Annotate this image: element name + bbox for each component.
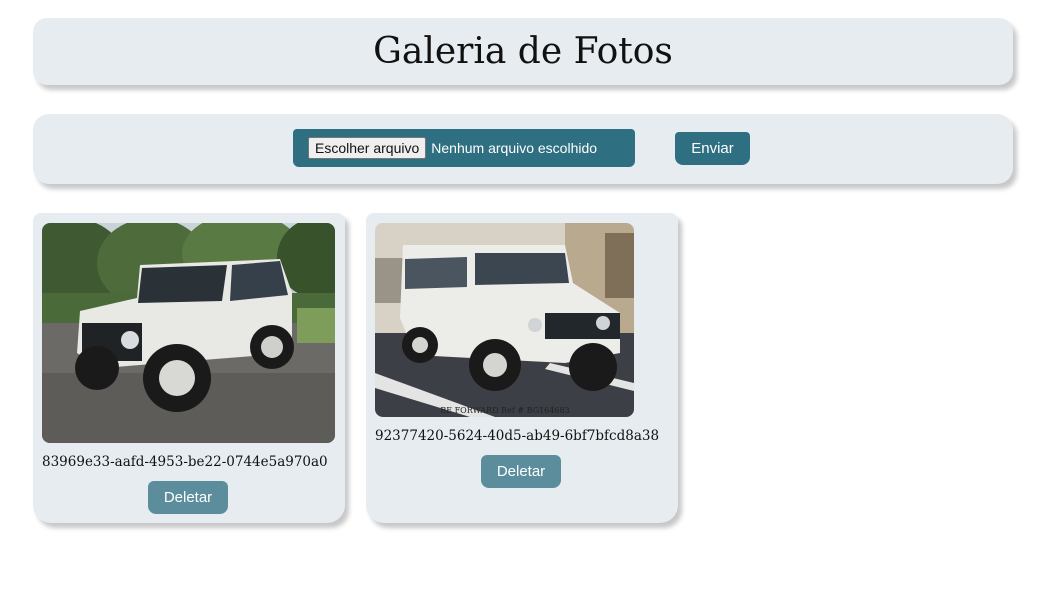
photo-filename: 92377420-5624-40d5-ab49-6bf7bfcd8a38 <box>375 428 660 444</box>
choose-file-button[interactable]: Escolher arquivo <box>308 137 427 159</box>
photo-watermark: BE FORWARD Ref # BG164683 <box>440 406 569 415</box>
upload-form: Escolher arquivo Nenhum arquivo escolhid… <box>33 114 1013 184</box>
delete-button[interactable]: Deletar <box>481 455 561 488</box>
delete-button[interactable]: Deletar <box>148 481 228 514</box>
submit-button[interactable]: Enviar <box>675 132 750 165</box>
page-title: Galeria de Fotos <box>373 31 673 72</box>
photo-thumbnail: BE FORWARD Ref # BG164683 <box>375 223 634 417</box>
page-header: Galeria de Fotos <box>33 18 1013 85</box>
photo-thumbnail <box>42 223 335 443</box>
file-input[interactable]: Escolher arquivo Nenhum arquivo escolhid… <box>293 129 635 167</box>
photo-card: 83969e33-aafd-4953-be22-0744e5a970a0 Del… <box>33 213 345 523</box>
file-status-text: Nenhum arquivo escolhido <box>431 140 598 156</box>
photo-filename: 83969e33-aafd-4953-be22-0744e5a970a0 <box>42 454 328 470</box>
photo-card: BE FORWARD Ref # BG164683 92377420-5624-… <box>366 213 678 523</box>
